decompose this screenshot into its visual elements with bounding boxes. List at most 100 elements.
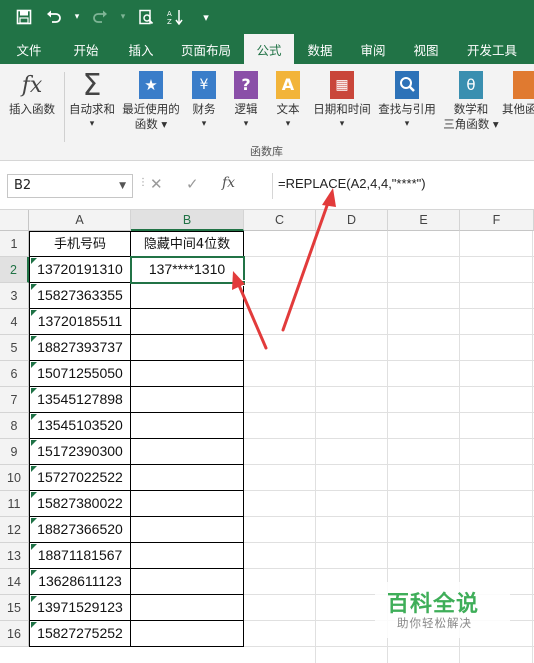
row-header-1[interactable]: 1 [0, 231, 29, 257]
watermark-subtitle: 助你轻松解决 [397, 616, 472, 630]
cell-a13[interactable]: 18871181567 [29, 543, 131, 569]
name-box-dropdown-icon[interactable]: ▼ [119, 175, 126, 197]
row-header-5[interactable]: 5 [0, 335, 29, 361]
cell-a4[interactable]: 13720185511 [29, 309, 131, 335]
tab-file[interactable]: 文件 [0, 34, 58, 64]
sort-icon[interactable]: AZ [164, 5, 188, 29]
cell-b11[interactable] [131, 491, 244, 517]
phone-number-value: 15827275252 [37, 625, 123, 641]
phone-number-value: 13545127898 [37, 391, 123, 407]
cell-b7[interactable] [131, 387, 244, 413]
formula-input[interactable]: =REPLACE(A2,4,4,"****") [278, 176, 426, 191]
cell-b4[interactable] [131, 309, 244, 335]
tab-home[interactable]: 开始 [58, 34, 114, 64]
cell-a3[interactable]: 15827363355 [29, 283, 131, 309]
row-header-14[interactable]: 14 [0, 569, 29, 595]
cell-a15[interactable]: 13971529123 [29, 595, 131, 621]
column-header-c[interactable]: C [244, 210, 316, 231]
tab-formulas[interactable]: 公式 [244, 34, 294, 64]
fill-handle[interactable] [240, 280, 246, 286]
cell-a8[interactable]: 13545103520 [29, 413, 131, 439]
row-header-6[interactable]: 6 [0, 361, 29, 387]
cell-a12[interactable]: 18827366520 [29, 517, 131, 543]
customize-qat-icon[interactable]: ▾ [194, 5, 218, 29]
name-box[interactable]: B2 ▼ [7, 174, 133, 198]
cell-a5[interactable]: 18827393737 [29, 335, 131, 361]
row-header-13[interactable]: 13 [0, 543, 29, 569]
cell-b15[interactable] [131, 595, 244, 621]
cell-a9[interactable]: 15172390300 [29, 439, 131, 465]
logical-button[interactable]: ? 逻辑 ▾ [228, 68, 264, 132]
cell-a16[interactable]: 15827275252 [29, 621, 131, 647]
cell-a14[interactable]: 13628611123 [29, 569, 131, 595]
lookup-reference-button[interactable]: 查找与引用 ▾ [376, 68, 438, 132]
text-number-warning-icon [31, 414, 37, 420]
redo-icon[interactable] [88, 5, 112, 29]
cell-b8[interactable] [131, 413, 244, 439]
formula-divider [272, 173, 273, 199]
redo-dropdown-icon[interactable]: ▾ [118, 5, 128, 29]
cell-b3[interactable] [131, 283, 244, 309]
undo-dropdown-icon[interactable]: ▾ [72, 5, 82, 29]
column-header-b[interactable]: B [131, 210, 244, 231]
gridline-column [532, 231, 533, 663]
cell-a7[interactable]: 13545127898 [29, 387, 131, 413]
row-header-16[interactable]: 16 [0, 621, 29, 647]
row-header-7[interactable]: 7 [0, 387, 29, 413]
text-functions-button[interactable]: A 文本 ▾ [270, 68, 306, 132]
cancel-icon[interactable]: ✕ [150, 175, 163, 193]
cell-b16[interactable] [131, 621, 244, 647]
row-header-9[interactable]: 9 [0, 439, 29, 465]
group-separator [64, 72, 65, 142]
select-all-corner[interactable] [0, 210, 29, 231]
row-header-12[interactable]: 12 [0, 517, 29, 543]
cell-b9[interactable] [131, 439, 244, 465]
text-number-warning-icon [31, 622, 37, 628]
cell-b1-header[interactable]: 隐藏中间4位数 [131, 231, 244, 257]
autosum-button[interactable]: Σ 自动求和 ▾ [66, 68, 118, 132]
column-header-e[interactable]: E [388, 210, 460, 231]
insert-function-fx-icon[interactable]: fx [222, 175, 235, 191]
tab-developer[interactable]: 开发工具 [452, 34, 532, 64]
cell-b14[interactable] [131, 569, 244, 595]
tab-page-layout[interactable]: 页面布局 [168, 34, 244, 64]
row-header-11[interactable]: 11 [0, 491, 29, 517]
tab-review[interactable]: 审阅 [346, 34, 400, 64]
cell-b6[interactable] [131, 361, 244, 387]
print-preview-icon[interactable] [134, 5, 158, 29]
phone-number-value: 13628611123 [38, 573, 122, 589]
insert-function-button[interactable]: fx 插入函数 [4, 68, 60, 117]
row-header-4[interactable]: 4 [0, 309, 29, 335]
cell-a10[interactable]: 15727022522 [29, 465, 131, 491]
more-functions-button[interactable]: 其他函 [502, 68, 534, 117]
recent-functions-button[interactable]: ★ 最近使用的 函数 ▾ [120, 68, 182, 132]
row-header-15[interactable]: 15 [0, 595, 29, 621]
formula-bar-grip-icon[interactable]: ⋮ [138, 177, 148, 188]
row-header-3[interactable]: 3 [0, 283, 29, 309]
math-trig-button[interactable]: θ 数学和 三角函数 ▾ [440, 68, 502, 132]
cell-b12[interactable] [131, 517, 244, 543]
tab-view[interactable]: 视图 [400, 34, 452, 64]
row-header-10[interactable]: 10 [0, 465, 29, 491]
undo-icon[interactable] [42, 5, 66, 29]
cell-a1-header[interactable]: 手机号码 [29, 231, 131, 257]
date-time-button[interactable]: ▦ 日期和时间 ▾ [310, 68, 374, 132]
tab-insert[interactable]: 插入 [114, 34, 168, 64]
row-header-2[interactable]: 2 [0, 257, 29, 283]
tab-data[interactable]: 数据 [294, 34, 346, 64]
column-header-d[interactable]: D [316, 210, 388, 231]
cell-b10[interactable] [131, 465, 244, 491]
financial-button[interactable]: ¥ 财务 ▾ [186, 68, 222, 132]
enter-icon[interactable]: ✓ [186, 175, 199, 193]
save-icon[interactable] [12, 5, 36, 29]
column-header-a[interactable]: A [29, 210, 131, 231]
cell-a6[interactable]: 15071255050 [29, 361, 131, 387]
cell-a11[interactable]: 15827380022 [29, 491, 131, 517]
cell-a2[interactable]: 13720191310 [29, 257, 131, 283]
row-header-8[interactable]: 8 [0, 413, 29, 439]
svg-text:A: A [167, 10, 172, 18]
cell-b13[interactable] [131, 543, 244, 569]
cell-b2[interactable]: 137****1310 [131, 257, 244, 283]
column-header-f[interactable]: F [460, 210, 534, 231]
cell-b5[interactable] [131, 335, 244, 361]
